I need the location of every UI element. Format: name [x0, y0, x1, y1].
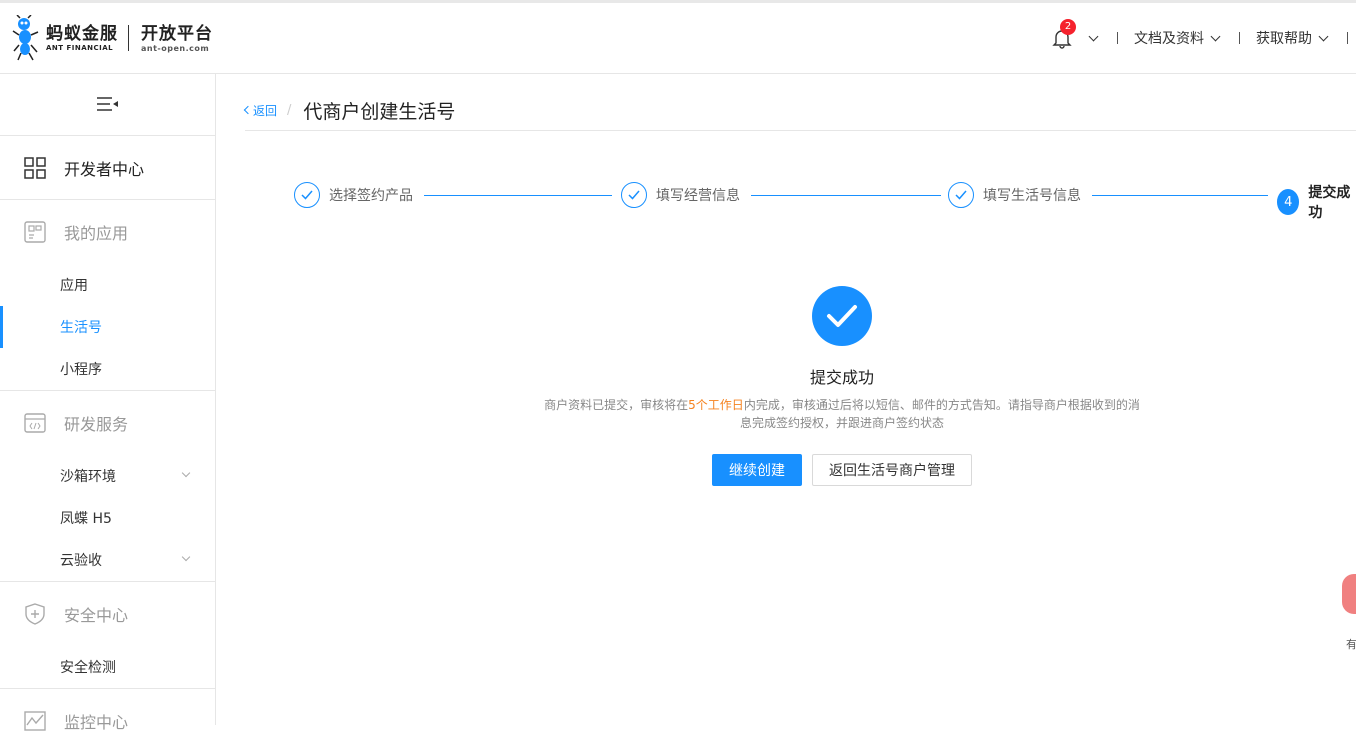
sidebar-group-dev-services: 研发服务	[0, 391, 215, 455]
step-label: 填写生活号信息	[983, 188, 1081, 204]
step-label: 选择签约产品	[329, 188, 413, 204]
result-description: 商户资料已提交，审核将在5个工作日内完成，审核通过后将以短信、邮件的方式告知。请…	[542, 396, 1142, 432]
shield-icon	[25, 603, 45, 625]
sidebar-item-label: 沙箱环境	[60, 469, 116, 485]
sidebar-item-fengdie-h5[interactable]: 凤蝶 H5	[0, 497, 215, 539]
main-content: 返回 / 代商户创建生活号 选择签约产品 填写经营信息 填写生活号信息 4 提交…	[217, 74, 1356, 725]
sidebar-item-mini-program[interactable]: 小程序	[0, 348, 215, 390]
breadcrumb-separator: /	[287, 102, 292, 118]
sidebar-group-monitor: 监控中心	[0, 689, 215, 753]
check-icon	[621, 182, 647, 208]
chevron-down-icon[interactable]	[1088, 31, 1099, 41]
sidebar-item-cloud-acceptance[interactable]: 云验收	[0, 539, 215, 581]
grid-icon	[24, 156, 46, 179]
back-link-label: 返回	[253, 103, 278, 118]
check-icon	[294, 182, 320, 208]
chevron-down-icon	[181, 468, 191, 478]
sidebar-developer-center-label: 开发者中心	[64, 159, 145, 179]
sidebar-group-label: 研发服务	[64, 415, 129, 434]
back-link[interactable]: 返回	[243, 102, 278, 119]
check-icon	[948, 182, 974, 208]
sidebar-collapse-toggle[interactable]	[0, 74, 215, 136]
sidebar-group-my-apps: 我的应用	[0, 200, 215, 264]
chevron-left-icon	[243, 105, 253, 115]
brand-name: 蚂蚁金服	[46, 24, 118, 44]
breadcrumb: 返回 / 代商户创建生活号	[243, 90, 1356, 131]
chevron-down-icon[interactable]	[1210, 31, 1221, 41]
sidebar-item-label: 云验收	[60, 553, 102, 569]
step-number: 4	[1277, 189, 1300, 215]
step-2: 填写经营信息	[621, 182, 740, 208]
step-label: 提交成功	[1308, 185, 1351, 221]
sidebar-group-label: 我的应用	[64, 224, 129, 243]
result-panel: 提交成功 商户资料已提交，审核将在5个工作日内完成，审核通过后将以短信、邮件的方…	[217, 286, 1356, 486]
back-to-manage-button[interactable]: 返回生活号商户管理	[812, 454, 972, 486]
desc-text: 商户资料已提交，审核将在	[544, 398, 689, 412]
step-3: 填写生活号信息	[948, 182, 1081, 208]
notification-bell[interactable]: 2	[1052, 19, 1076, 49]
code-window-icon	[24, 413, 46, 433]
desc-highlight: 5个工作日	[688, 398, 744, 412]
help-menu[interactable]: 获取帮助	[1256, 28, 1312, 48]
step-1: 选择签约产品	[294, 182, 413, 208]
apps-icon	[24, 221, 46, 243]
step-label: 填写经营信息	[656, 188, 740, 204]
result-title: 提交成功	[809, 368, 874, 387]
sidebar-item-life-account[interactable]: 生活号	[0, 306, 215, 348]
ant-logo-icon	[12, 15, 39, 61]
sidebar-item-sandbox[interactable]: 沙箱环境	[0, 455, 215, 497]
sidebar: 开发者中心 我的应用 应用 生活号 小程序 研发服务 沙箱环境 凤蝶 H5 云验…	[0, 74, 216, 732]
sidebar-group-label: 监控中心	[64, 713, 129, 732]
menu-collapse-icon	[97, 97, 118, 111]
platform-name: 开放平台	[141, 23, 213, 44]
success-check-icon	[812, 286, 872, 346]
chevron-down-icon	[181, 552, 191, 562]
step-4: 4 提交成功	[1277, 182, 1356, 222]
floating-helper-label[interactable]: 有	[1346, 636, 1356, 652]
platform-domain: ant-open.com	[141, 43, 210, 53]
sidebar-item-apps[interactable]: 应用	[0, 264, 215, 306]
chevron-down-icon[interactable]	[1318, 31, 1329, 41]
sidebar-item-security-check[interactable]: 安全检测	[0, 646, 215, 688]
desc-text: 内完成，审核通过后将以短信、邮件的方式告知。请指导商户根据收到的消息完成签约授权…	[739, 398, 1140, 430]
monitor-chart-icon	[24, 711, 46, 731]
top-header: 蚂蚁金服 ANT FINANCIAL 开放平台 ant-open.com 2 文…	[0, 3, 1356, 74]
page-title: 代商户创建生活号	[303, 100, 456, 123]
sidebar-developer-center[interactable]: 开发者中心	[0, 136, 215, 200]
notification-badge: 2	[1060, 19, 1076, 35]
sidebar-group-security: 安全中心	[0, 582, 215, 646]
steps-bar: 选择签约产品 填写经营信息 填写生活号信息 4 提交成功	[294, 182, 1356, 221]
brand-name-en: ANT FINANCIAL	[46, 44, 114, 52]
sidebar-group-label: 安全中心	[64, 606, 129, 625]
continue-create-button[interactable]: 继续创建	[712, 454, 802, 486]
docs-menu[interactable]: 文档及资料	[1134, 28, 1204, 48]
floating-helper-avatar[interactable]	[1342, 574, 1356, 614]
logo[interactable]: 蚂蚁金服 ANT FINANCIAL 开放平台 ant-open.com	[12, 15, 213, 61]
